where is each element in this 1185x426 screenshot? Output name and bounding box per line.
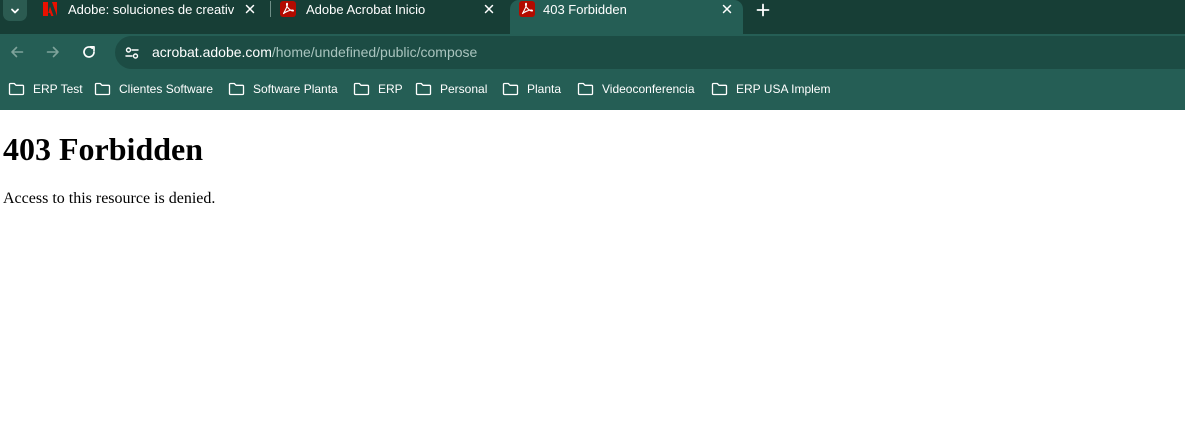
acrobat-pdf-icon [280,1,296,17]
address-bar[interactable]: acrobat.adobe.com/home/undefined/public/… [115,36,1185,69]
adobe-logo-icon [43,2,57,16]
close-tab-icon[interactable] [242,1,258,17]
folder-icon [8,82,25,96]
tab-title: Adobe: soluciones de creatividad [68,2,234,17]
url-path: /home/undefined/public/compose [271,44,478,60]
bookmark-personal[interactable]: Personal [415,80,487,98]
tab-403-forbidden[interactable]: 403 Forbidden [510,0,743,34]
bookmark-label: Software Planta [253,82,338,96]
reload-button[interactable] [78,41,100,63]
bookmark-videoconferencia[interactable]: Videoconferencia [577,80,695,98]
bookmark-label: Personal [440,82,488,96]
bookmark-label: ERP [378,82,403,96]
acrobat-pdf-icon [519,1,535,17]
url-host: acrobat.adobe.com [152,44,272,60]
bookmark-erp-usa-implem[interactable]: ERP USA Implem [711,80,830,98]
bookmark-erp-test[interactable]: ERP Test [8,80,83,98]
bookmark-software-planta[interactable]: Software Planta [228,80,338,98]
forward-button[interactable] [42,41,64,63]
new-tab-button[interactable] [754,1,772,19]
back-button[interactable] [6,41,28,63]
folder-icon [353,82,370,96]
tune-icon [125,47,139,59]
folder-icon [577,82,594,96]
tab-title: Adobe Acrobat Inicio [306,2,426,17]
bookmark-label: Clientes Software [119,82,214,96]
page-content: 403 Forbidden Access to this resource is… [0,110,1185,426]
bookmark-label: ERP Test [33,82,83,96]
chevron-down-icon [11,8,19,13]
bookmark-label: Videoconferencia [602,82,695,96]
url-text[interactable]: acrobat.adobe.com/home/undefined/public/… [152,44,477,60]
folder-icon [94,82,111,96]
bookmark-clientes-software[interactable]: Clientes Software [94,80,213,98]
tab-acrobat-home[interactable]: Adobe Acrobat Inicio [271,0,505,34]
bookmark-planta[interactable]: Planta [502,80,561,98]
bookmark-label: ERP USA Implem [736,82,831,96]
site-info-button[interactable] [121,42,143,64]
plus-icon [756,3,770,17]
page-title: 403 Forbidden [3,131,204,167]
close-tab-icon[interactable] [481,1,497,17]
folder-icon [228,82,245,96]
error-message: Access to this resource is denied. [3,190,216,207]
bookmarks-bar: ERP Test Clientes Software Software Plan… [0,71,1185,110]
browser-toolbar: acrobat.adobe.com/home/undefined/public/… [0,34,1185,71]
tab-search-button[interactable] [3,0,27,21]
close-tab-icon[interactable] [719,1,735,17]
arrow-right-icon [46,46,59,58]
folder-icon [502,82,519,96]
folder-icon [711,82,728,96]
tab-adobe-creativity[interactable]: Adobe: soluciones de creatividad [33,0,265,34]
reload-icon [83,45,95,58]
tab-strip: Adobe: soluciones de creatividad Adobe A… [0,0,1185,34]
folder-icon [415,82,432,96]
arrow-left-icon [11,46,24,58]
bookmark-erp[interactable]: ERP [353,80,403,98]
tab-title: 403 Forbidden [543,2,627,17]
bookmark-label: Planta [527,82,562,96]
